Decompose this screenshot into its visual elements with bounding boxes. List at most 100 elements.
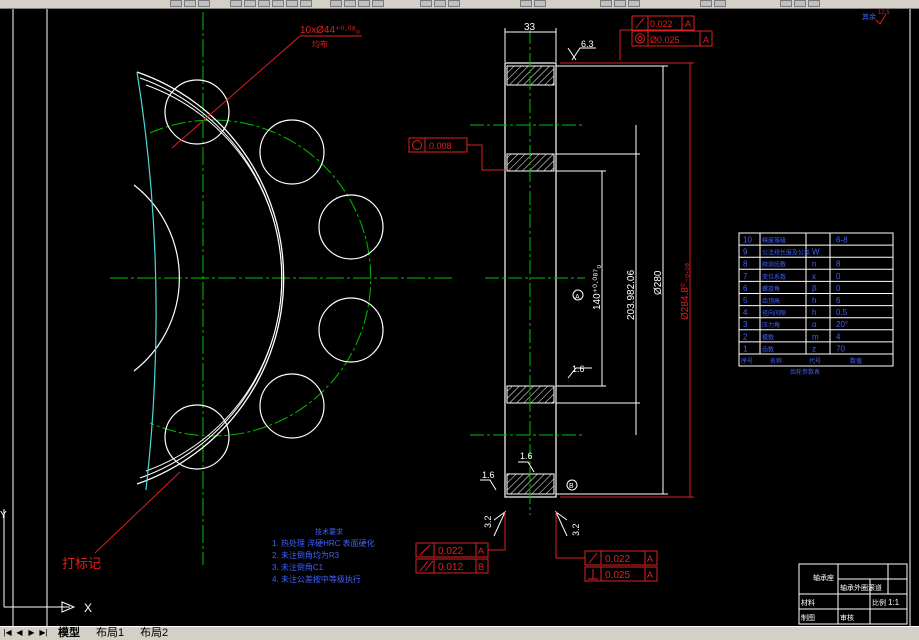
roughness-value: 3.2 — [483, 515, 493, 528]
dim-width: 33 — [524, 22, 536, 33]
toolbar-button[interactable] — [170, 0, 182, 7]
drawing-canvas[interactable]: 10xØ44⁺⁰·⁰⁸₀ 均布 打标记 技术要求 1. 热处理 淬硬HRC 表面… — [0, 9, 919, 626]
bolt-hole — [259, 373, 325, 439]
toolbar-button[interactable] — [628, 0, 640, 7]
table-cell: 9 — [743, 248, 748, 257]
toolbar-button[interactable] — [244, 0, 256, 7]
table-cell: 模数 — [762, 333, 774, 341]
fcf-datum: A — [478, 546, 484, 556]
toolbar-button[interactable] — [258, 0, 270, 7]
table-header-cell: 名称 — [770, 357, 782, 365]
roughness-symbol — [518, 461, 535, 473]
tab-model[interactable]: 模型 — [58, 627, 80, 640]
table-cell: 6 — [743, 284, 748, 293]
table-cell: 4 — [836, 332, 841, 341]
toolbar-button[interactable] — [614, 0, 626, 7]
parameter-table: 10 精度等级 6-8 9 公法线长度及公差 W 8 跨测齿数 n 8 7 变位系数 x 0 6 螺旋角 β 0 5… — [738, 232, 894, 376]
fcf-datum: B — [478, 562, 484, 572]
roughness-symbol — [571, 47, 596, 61]
table-cell: 20° — [836, 320, 848, 329]
fcf-datum: A — [703, 35, 709, 45]
toolbar-button[interactable] — [286, 0, 298, 7]
tech-notes: 技术要求 1. 热处理 淬硬HRC 表面硬化 2. 未注倒角均为R3 3. 未注… — [272, 527, 375, 584]
toolbar-button[interactable] — [330, 0, 342, 7]
fcf-value: 0.008 — [429, 141, 452, 151]
table-cell: 6 — [836, 296, 841, 305]
dim-203: 203.982.06 — [626, 270, 637, 320]
front-view: 10xØ44⁺⁰·⁰⁸₀ 均布 打标记 — [62, 12, 455, 571]
toolbar-button[interactable] — [300, 0, 312, 7]
toolbar-button[interactable] — [420, 0, 432, 7]
table-cell: z — [812, 344, 816, 353]
table-cell: 0 — [836, 272, 841, 281]
table-footer: 齿轮参数表 — [790, 368, 820, 376]
toolbar-button[interactable] — [808, 0, 820, 7]
bolt-hole — [318, 297, 384, 363]
title-cell: 审核 — [840, 613, 854, 622]
table-cell: 6-8 — [836, 236, 848, 245]
roughness-symbol — [480, 479, 497, 491]
corner-roughness: 12.5 — [878, 10, 890, 16]
table-cell: 0 — [836, 284, 841, 293]
table-cell: 4 — [743, 308, 748, 317]
toolbar-button[interactable] — [794, 0, 806, 7]
mark-label: 打标记 — [62, 556, 101, 571]
ucs-y-label: Y — [0, 510, 7, 521]
title-cell: 制图 — [801, 613, 815, 622]
tab-layout1[interactable]: 布局1 — [96, 627, 124, 640]
table-cell: 3 — [743, 320, 748, 329]
toolbar-button[interactable] — [372, 0, 384, 7]
table-cell: α — [812, 320, 817, 329]
hole-note-label: 均布 — [312, 39, 328, 49]
toolbar-button[interactable] — [344, 0, 356, 7]
first-tab-button[interactable]: |◀ — [2, 628, 13, 638]
corner-mark: 其余 — [862, 12, 876, 21]
bolt-hole — [318, 194, 384, 260]
roughness-value: 6.3 — [581, 39, 594, 49]
toolbar-button[interactable] — [780, 0, 792, 7]
title-cell: 轴承座 — [813, 573, 834, 582]
table-cell: 70 — [836, 344, 845, 353]
toolbar-button[interactable] — [230, 0, 242, 7]
fcf-value: 0.022 — [605, 554, 630, 565]
bolt-hole — [164, 404, 230, 470]
title-block: 轴承座 比例 材料 轴承外圈滚道 1:1 制图 审核 — [798, 563, 908, 625]
roughness-value: 1.6 — [482, 470, 495, 480]
roughness-symbol — [554, 510, 568, 537]
ucs-x-label: X — [84, 601, 92, 615]
toolbar-button[interactable] — [358, 0, 370, 7]
dim-280: Ø280 — [653, 270, 664, 295]
toolbar-button[interactable] — [448, 0, 460, 7]
table-cell: h — [812, 296, 816, 305]
toolbar-button[interactable] — [714, 0, 726, 7]
toolbar-button[interactable] — [184, 0, 196, 7]
fcf-datum: A — [647, 570, 653, 580]
table-cell: 10 — [743, 236, 752, 245]
toolbar-button[interactable] — [700, 0, 712, 7]
toolbar-button[interactable] — [198, 0, 210, 7]
table-cell: β — [812, 284, 817, 293]
next-tab-button[interactable]: ▶ — [26, 628, 37, 638]
roughness-value: 1.6 — [572, 364, 585, 374]
toolbar — [0, 0, 919, 9]
tab-layout2[interactable]: 布局2 — [140, 627, 168, 640]
toolbar-button[interactable] — [600, 0, 612, 7]
last-tab-button[interactable]: ▶| — [38, 628, 49, 638]
table-cell: x — [812, 272, 816, 281]
table-cell: 精度等级 — [762, 237, 786, 245]
toolbar-button[interactable] — [434, 0, 446, 7]
table-cell: 径向间隙 — [762, 309, 786, 317]
toolbar-button[interactable] — [520, 0, 532, 7]
fcf-value: Ø0.025 — [650, 35, 680, 45]
note-line: 1. 热处理 淬硬HRC 表面硬化 — [272, 538, 375, 548]
layout-tab-bar: |◀ ◀ ▶ ▶| 模型 布局1 布局2 — [0, 626, 919, 640]
table-cell: W — [812, 248, 820, 257]
table-cell: n — [812, 260, 816, 269]
prev-tab-button[interactable]: ◀ — [14, 628, 25, 638]
roughness-value: 3.2 — [571, 523, 581, 536]
toolbar-button[interactable] — [534, 0, 546, 7]
dim-140: 140⁺⁰·⁰⁸⁷₀ — [592, 265, 603, 310]
notes-title: 技术要求 — [315, 527, 343, 536]
toolbar-button[interactable] — [272, 0, 284, 7]
fcf-value: 0.012 — [438, 562, 463, 573]
